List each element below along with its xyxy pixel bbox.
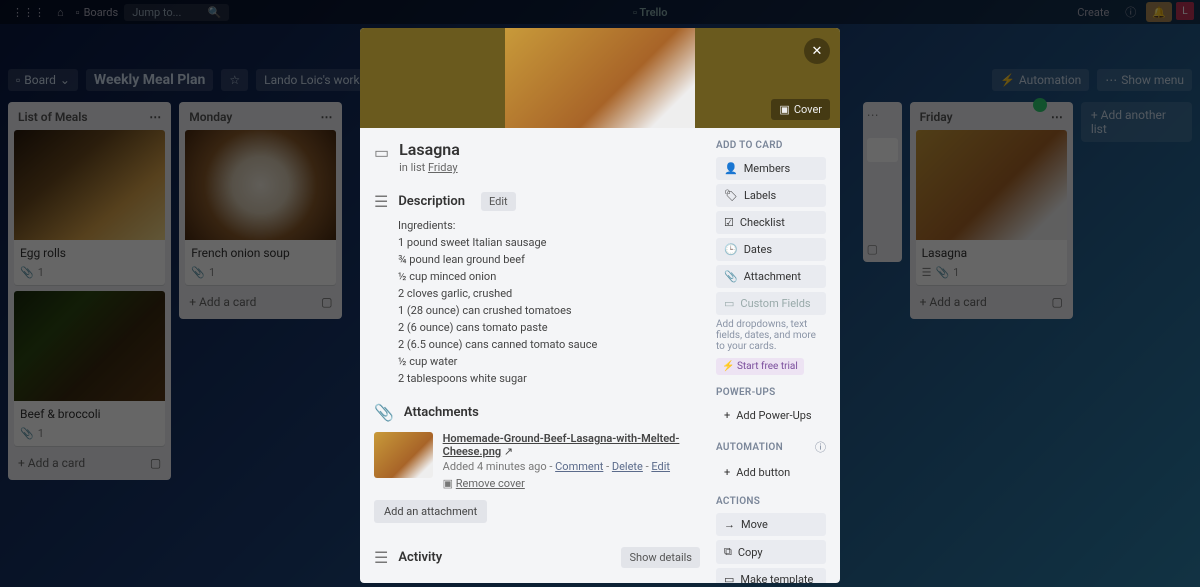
custom-fields-note: Add dropdowns, text fields, dates, and m…: [716, 319, 826, 352]
activity-heading: Activity: [398, 550, 442, 565]
add-to-card-heading: ADD TO CARD: [716, 140, 826, 151]
powerups-heading: POWER-UPS: [716, 387, 826, 398]
checklist-icon: ☑: [724, 216, 734, 229]
activity-icon: ☰: [374, 548, 388, 567]
modal-sidebar: ADD TO CARD 👤Members 🏷Labels ☑Checklist …: [716, 140, 826, 583]
description-body[interactable]: Ingredients: 1 pound sweet Italian sausa…: [398, 219, 700, 385]
make-template-button[interactable]: ▭Make template: [716, 568, 826, 583]
open-icon[interactable]: ↗: [504, 445, 513, 458]
info-icon[interactable]: ⓘ: [815, 439, 826, 455]
copy-button[interactable]: ⧉Copy: [716, 540, 826, 564]
delete-link[interactable]: Delete: [612, 460, 643, 473]
attachment-thumbnail[interactable]: [374, 432, 433, 478]
attachment-icon: 📎: [724, 270, 738, 283]
add-button-button[interactable]: +Add button: [716, 461, 826, 484]
template-icon: ▭: [724, 573, 734, 583]
attachment-button[interactable]: 📎Attachment: [716, 265, 826, 288]
attachments-heading: Attachments: [404, 405, 479, 420]
attachment-added: Added 4 minutes ago: [443, 460, 547, 473]
members-button[interactable]: 👤Members: [716, 157, 826, 180]
members-icon: 👤: [724, 162, 738, 175]
cover-button[interactable]: ▣ Cover: [771, 99, 830, 120]
custom-fields-icon: ▭: [724, 297, 734, 310]
description-heading: Description: [398, 194, 465, 209]
card-modal: ✕ ▣ Cover ▭ Lasagna in list Friday ☰: [360, 28, 840, 583]
copy-icon: ⧉: [724, 545, 732, 559]
comment-link[interactable]: Comment: [555, 460, 603, 473]
plus-icon: +: [724, 466, 730, 479]
move-button[interactable]: →Move: [716, 513, 826, 536]
edit-link[interactable]: Edit: [651, 460, 670, 473]
cover-small-icon: ▣: [443, 477, 453, 490]
move-icon: →: [724, 518, 735, 531]
labels-icon: 🏷: [724, 189, 738, 202]
attachment-icon: 📎: [374, 403, 394, 422]
inlist-text: in list Friday: [399, 161, 460, 174]
checklist-button[interactable]: ☑Checklist: [716, 211, 826, 234]
remove-cover-link[interactable]: Remove cover: [456, 477, 525, 490]
edit-button[interactable]: Edit: [481, 192, 516, 211]
custom-fields-button[interactable]: ▭Custom Fields: [716, 292, 826, 315]
add-attachment-button[interactable]: Add an attachment: [374, 500, 487, 523]
modal-overlay[interactable]: ✕ ▣ Cover ▭ Lasagna in list Friday ☰: [0, 0, 1200, 587]
card-icon: ▭: [374, 143, 389, 162]
start-trial-button[interactable]: ⚡ Start free trial: [716, 358, 804, 375]
add-powerups-button[interactable]: +Add Power-Ups: [716, 404, 826, 427]
modal-main: ▭ Lasagna in list Friday ☰ Description E…: [374, 140, 700, 583]
attachment-name[interactable]: Homemade-Ground-Beef-Lasagna-with-Melted…: [443, 432, 680, 458]
dates-icon: 🕒: [724, 243, 738, 256]
description-icon: ☰: [374, 192, 388, 211]
list-link[interactable]: Friday: [428, 161, 458, 174]
close-icon[interactable]: ✕: [804, 38, 830, 64]
actions-heading: ACTIONS: [716, 496, 826, 507]
labels-button[interactable]: 🏷Labels: [716, 184, 826, 207]
cover-image[interactable]: [505, 28, 695, 128]
plus-icon: +: [724, 409, 730, 422]
dates-button[interactable]: 🕒Dates: [716, 238, 826, 261]
modal-cover: ✕ ▣ Cover: [360, 28, 840, 128]
show-details-button[interactable]: Show details: [621, 547, 700, 568]
automation-heading: AUTOMATION: [716, 442, 783, 453]
modal-title[interactable]: Lasagna: [399, 140, 460, 159]
